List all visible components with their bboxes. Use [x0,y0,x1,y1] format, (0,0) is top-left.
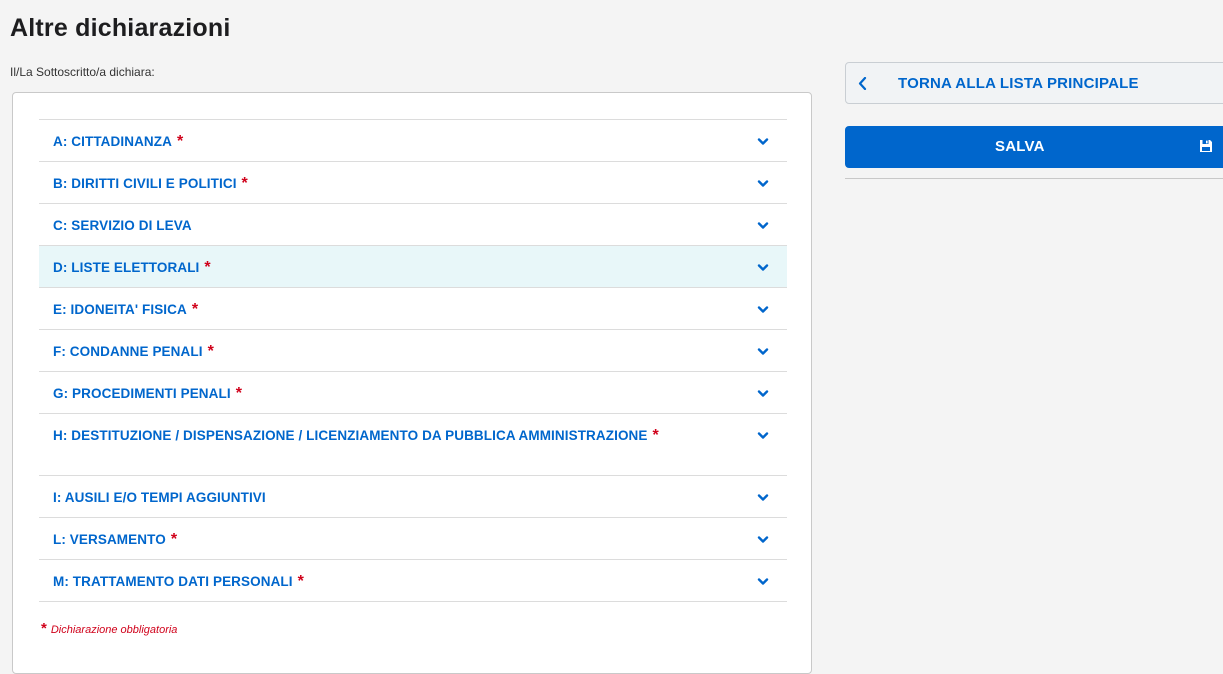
required-marker: * [170,531,178,548]
required-marker: * [41,620,47,637]
accordion-item-label: E: IDONEITA' FISICA [53,302,187,317]
required-marker: * [297,573,304,590]
floppy-disk-icon [1199,139,1213,158]
accordion-item-label: H: DESTITUZIONE / DISPENSAZIONE / LICENZ… [53,428,648,443]
required-legend: * Dichiarazione obbligatoria [41,620,178,637]
accordion-item[interactable]: A: CITTADINANZA * [39,120,787,162]
sidebar-divider [845,178,1223,179]
accordion-item-label: L: VERSAMENTO [53,532,166,547]
accordion-item[interactable]: B: DIRITTI CIVILI E POLITICI * [39,162,787,204]
chevron-down-icon[interactable] [757,134,769,145]
chevron-down-icon[interactable] [757,574,769,585]
accordion-item-label: C: SERVIZIO DI LEVA [53,218,192,233]
accordion-item[interactable]: M: TRATTAMENTO DATI PERSONALI * [39,560,787,602]
back-to-main-list-button[interactable]: TORNA ALLA LISTA PRINCIPALE [845,62,1223,104]
accordion-item-label: G: PROCEDIMENTI PENALI [53,386,231,401]
accordion-item-label: M: TRATTAMENTO DATI PERSONALI [53,574,293,589]
accordion-item-label: B: DIRITTI CIVILI E POLITICI [53,176,237,191]
accordion-item-label: D: LISTE ELETTORALI [53,260,200,275]
chevron-down-icon[interactable] [757,218,769,229]
accordion-item[interactable]: C: SERVIZIO DI LEVA [39,204,787,246]
chevron-down-icon[interactable] [757,176,769,187]
accordion-item-label: A: CITTADINANZA [53,134,172,149]
declarations-panel: A: CITTADINANZA * B: DIRITTI CIVILI E POLI… [12,92,812,674]
chevron-down-icon[interactable] [757,532,769,543]
required-marker: * [176,133,184,150]
required-marker: * [204,259,211,276]
chevron-down-icon[interactable] [757,260,769,271]
chevron-down-icon[interactable] [757,302,769,313]
back-button-label: TORNA ALLA LISTA PRINCIPALE [898,75,1139,92]
required-marker: * [207,343,214,360]
chevron-down-icon[interactable] [757,344,769,355]
required-marker: * [235,385,242,402]
chevron-down-icon[interactable] [757,386,769,397]
accordion-item-label: I: AUSILI E/O TEMPI AGGIUNTIVI [53,490,266,505]
accordion-item[interactable]: H: DESTITUZIONE / DISPENSAZIONE / LICENZ… [39,414,787,476]
required-marker: * [241,175,248,192]
accordion-item[interactable]: I: AUSILI E/O TEMPI AGGIUNTIVI [39,476,787,518]
chevron-left-icon [858,76,867,95]
page-subtitle: Il/La Sottoscritto/a dichiara: [10,65,155,79]
accordion-item-label: F: CONDANNE PENALI [53,344,203,359]
save-button[interactable]: SALVA [845,126,1223,168]
required-legend-text: Dichiarazione obbligatoria [50,624,178,636]
save-button-label: SALVA [995,138,1045,155]
accordion-item[interactable]: L: VERSAMENTO * [39,518,787,560]
page-title: Altre dichiarazioni [10,14,231,42]
required-marker: * [652,427,659,444]
chevron-down-icon[interactable] [757,428,769,439]
accordion-item[interactable]: E: IDONEITA' FISICA * [39,288,787,330]
accordion-item[interactable]: D: LISTE ELETTORALI * [39,246,787,288]
required-marker: * [191,301,199,318]
chevron-down-icon[interactable] [757,490,769,501]
declarations-accordion: A: CITTADINANZA * B: DIRITTI CIVILI E POLI… [39,119,787,602]
accordion-item[interactable]: G: PROCEDIMENTI PENALI * [39,372,787,414]
accordion-item[interactable]: F: CONDANNE PENALI * [39,330,787,372]
